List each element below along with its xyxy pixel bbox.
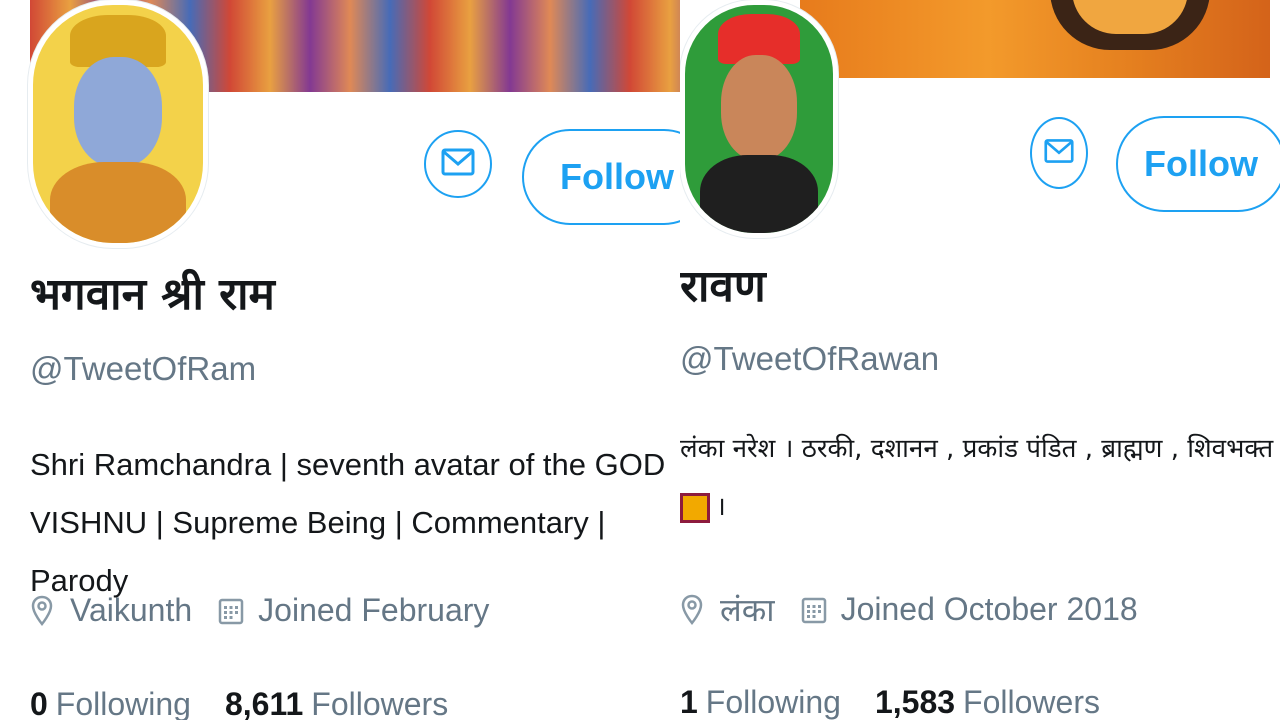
follow-button[interactable]: Follow xyxy=(1116,116,1280,212)
followers-label: Followers xyxy=(963,684,1100,720)
envelope-icon xyxy=(441,148,475,181)
profile-handle[interactable]: @TweetOfRawan xyxy=(680,340,939,378)
map-pin-icon xyxy=(680,593,708,627)
profile-handle[interactable]: @TweetOfRam xyxy=(30,350,256,388)
profile-card-ram: Follow भगवान श्री राम @TweetOfRam Shri R… xyxy=(0,0,690,720)
avatar[interactable] xyxy=(28,0,208,248)
following-label: Following xyxy=(55,686,191,720)
following-count: 0 xyxy=(30,686,48,720)
profile-card-rawan: Follow रावण @TweetOfRawan लंका नरेश । ठर… xyxy=(680,0,1280,720)
joined-text: Joined February xyxy=(258,592,490,628)
avatar[interactable] xyxy=(680,0,838,238)
joined-text: Joined October 2018 xyxy=(840,591,1138,627)
profile-name: भगवान श्री राम xyxy=(30,269,275,320)
sri-lanka-flag-emoji xyxy=(680,492,710,523)
calendar-icon xyxy=(218,594,246,628)
message-button[interactable] xyxy=(1030,117,1088,189)
following-count: 1 xyxy=(680,684,698,720)
bio-line: Shri Ramchandra | seventh avatar of the … xyxy=(30,447,666,482)
profile-meta: Vaikunth Joined February xyxy=(30,592,515,629)
profile-stats: 1 Following 1,583 Followers xyxy=(680,684,1134,720)
following-link[interactable]: 1 Following xyxy=(680,684,841,720)
bio-line-end: । xyxy=(716,492,726,522)
followers-label: Followers xyxy=(311,686,449,720)
message-button[interactable] xyxy=(424,130,492,198)
profile-meta: लंका Joined October 2018 xyxy=(680,588,1164,631)
profile-stats: 0 Following 8,611 Followers xyxy=(30,686,482,720)
envelope-icon xyxy=(1044,138,1074,169)
followers-count: 1,583 xyxy=(874,684,956,720)
following-label: Following xyxy=(705,684,841,720)
following-link[interactable]: 0 Following xyxy=(30,686,191,720)
location-text: लंका xyxy=(720,592,775,628)
profile-bio: Shri Ramchandra | seventh avatar of the … xyxy=(30,436,690,610)
bio-line: लंका नरेश । ठरकी, दशानन , प्रकांड पंडित … xyxy=(680,434,1274,464)
followers-count: 8,611 xyxy=(224,686,304,720)
profile-name: रावण xyxy=(680,261,766,312)
calendar-icon xyxy=(801,593,829,627)
follow-button[interactable]: Follow xyxy=(522,129,690,225)
map-pin-icon xyxy=(30,594,58,628)
bio-line-2: । xyxy=(680,478,1280,536)
followers-link[interactable]: 1,583 Followers xyxy=(875,684,1100,720)
followers-link[interactable]: 8,611 Followers xyxy=(225,686,448,720)
profile-banner xyxy=(800,0,1270,78)
location-text: Vaikunth xyxy=(70,592,193,628)
profile-bio: लंका नरेश । ठरकी, दशानन , प्रकांड पंडित … xyxy=(680,420,1280,536)
